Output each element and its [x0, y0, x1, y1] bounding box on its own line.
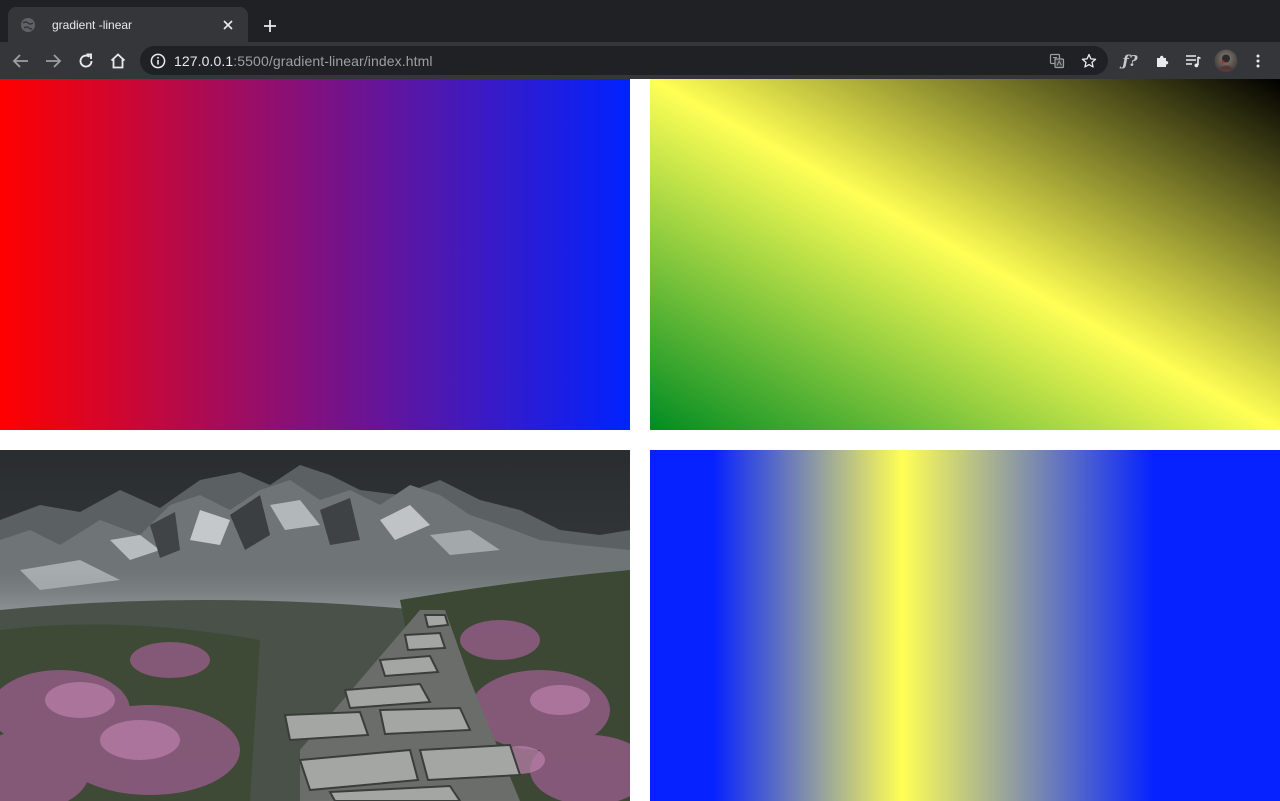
translate-icon[interactable]: [1044, 48, 1070, 74]
close-icon[interactable]: [218, 15, 238, 35]
avatar[interactable]: [1213, 48, 1239, 74]
info-icon[interactable]: [150, 53, 166, 69]
puzzle-icon[interactable]: [1149, 48, 1175, 74]
tab-strip: gradient -linear: [0, 0, 1280, 42]
reload-icon[interactable]: [73, 48, 99, 74]
browser-chrome: gradient -linear 127.0.0.1:5500/gradient…: [0, 0, 1280, 79]
arrow-right-icon[interactable]: [40, 48, 66, 74]
tab-gradient-linear[interactable]: gradient -linear: [8, 7, 248, 42]
gradient-red-blue-box: [0, 79, 630, 430]
gradient-blue-yellow-blue-box: [650, 450, 1280, 801]
kebab-menu-icon[interactable]: [1245, 48, 1271, 74]
landscape-image: [0, 450, 630, 801]
url-path: :5500/gradient-linear/index.html: [233, 52, 433, 69]
url-text[interactable]: 127.0.0.1:5500/gradient-linear/index.htm…: [174, 53, 1044, 69]
url-host: 127.0.0.1: [174, 52, 234, 69]
address-bar[interactable]: 127.0.0.1:5500/gradient-linear/index.htm…: [140, 46, 1108, 75]
tab-title: gradient -linear: [52, 17, 133, 32]
toolbar: 127.0.0.1:5500/gradient-linear/index.htm…: [0, 42, 1280, 79]
gradient-green-yellow-black-box: [650, 79, 1280, 430]
home-icon[interactable]: [105, 48, 131, 74]
plus-icon[interactable]: [258, 14, 282, 38]
fx-extension-label: ƒ?: [1122, 52, 1138, 70]
globe-icon: [20, 17, 36, 33]
fx-extension-button[interactable]: ƒ?: [1117, 48, 1143, 74]
media-queue-icon[interactable]: [1180, 48, 1206, 74]
arrow-left-icon[interactable]: [8, 48, 34, 74]
star-icon[interactable]: [1076, 48, 1102, 74]
page-content: [0, 79, 1280, 801]
